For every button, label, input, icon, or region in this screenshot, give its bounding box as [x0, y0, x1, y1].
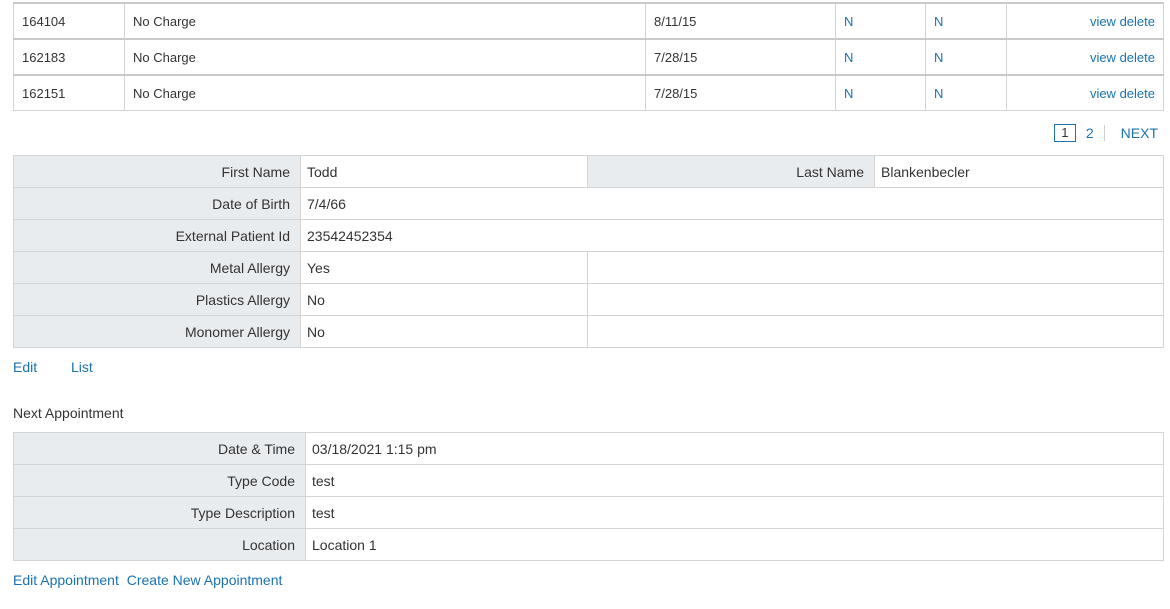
- empty-cell: [587, 251, 1164, 284]
- order-date: 7/28/15: [645, 38, 836, 76]
- order-date: 8/11/15: [645, 2, 836, 40]
- order-flag-2[interactable]: N: [925, 38, 1007, 76]
- plastics-allergy-label: Plastics Allergy: [13, 283, 301, 316]
- order-actions: view delete: [1006, 2, 1164, 40]
- create-appointment-link[interactable]: Create New Appointment: [127, 572, 283, 588]
- view-link[interactable]: view: [1090, 14, 1116, 29]
- order-actions: view delete: [1006, 38, 1164, 76]
- order-flag-1[interactable]: N: [835, 2, 926, 40]
- monomer-allergy-label: Monomer Allergy: [13, 315, 301, 348]
- order-charge: No Charge: [124, 38, 646, 76]
- dob-value: 7/4/66: [300, 187, 1164, 220]
- order-id: 164104: [13, 2, 125, 40]
- datetime-label: Date & Time: [13, 432, 306, 465]
- pagination: 1 2 NEXT: [1053, 123, 1158, 143]
- appointment-actions: Edit Appointment Create New Appointment: [13, 572, 282, 588]
- pagination-divider: [1103, 125, 1105, 141]
- dob-label: Date of Birth: [13, 187, 301, 220]
- empty-cell: [587, 315, 1164, 348]
- monomer-allergy-value: No: [300, 315, 588, 348]
- order-flag-1[interactable]: N: [835, 74, 926, 111]
- order-actions: view delete: [1006, 74, 1164, 111]
- patient-actions: Edit List: [13, 359, 93, 375]
- type-description-value: test: [305, 496, 1164, 529]
- delete-link[interactable]: delete: [1120, 14, 1155, 29]
- order-charge: No Charge: [124, 74, 646, 111]
- last-name-label: Last Name: [587, 155, 875, 188]
- view-link[interactable]: view: [1090, 50, 1116, 65]
- type-description-label: Type Description: [13, 496, 306, 529]
- orders-table: 164104 No Charge 8/11/15 N N view delete…: [13, 2, 1164, 111]
- empty-cell: [587, 283, 1164, 316]
- table-row: 164104 No Charge 8/11/15 N N view delete: [13, 2, 1164, 40]
- external-id-value: 23542452354: [300, 219, 1164, 252]
- edit-appointment-link[interactable]: Edit Appointment: [13, 572, 119, 588]
- next-appointment-heading: Next Appointment: [13, 405, 124, 421]
- list-patients-link[interactable]: List: [71, 359, 93, 375]
- order-flag-2[interactable]: N: [925, 2, 1007, 40]
- order-flag-1[interactable]: N: [835, 38, 926, 76]
- metal-allergy-label: Metal Allergy: [13, 251, 301, 284]
- first-name-label: First Name: [13, 155, 301, 188]
- type-code-value: test: [305, 464, 1164, 497]
- plastics-allergy-value: No: [300, 283, 588, 316]
- location-value: Location 1: [305, 528, 1164, 561]
- next-page-link[interactable]: NEXT: [1121, 125, 1158, 141]
- edit-patient-link[interactable]: Edit: [13, 359, 37, 375]
- delete-link[interactable]: delete: [1120, 86, 1155, 101]
- page-2-link[interactable]: 2: [1086, 125, 1094, 141]
- order-flag-2[interactable]: N: [925, 74, 1007, 111]
- delete-link[interactable]: delete: [1120, 50, 1155, 65]
- page-current[interactable]: 1: [1053, 124, 1076, 142]
- last-name-value: Blankenbecler: [874, 155, 1164, 188]
- order-date: 7/28/15: [645, 74, 836, 111]
- order-charge: No Charge: [124, 2, 646, 40]
- external-id-label: External Patient Id: [13, 219, 301, 252]
- table-row: 162183 No Charge 7/28/15 N N view delete: [13, 38, 1164, 76]
- table-row: 162151 No Charge 7/28/15 N N view delete: [13, 74, 1164, 111]
- appointment-details-table: Date & Time 03/18/2021 1:15 pm Type Code…: [13, 432, 1164, 561]
- location-label: Location: [13, 528, 306, 561]
- order-id: 162151: [13, 74, 125, 111]
- view-link[interactable]: view: [1090, 86, 1116, 101]
- metal-allergy-value: Yes: [300, 251, 588, 284]
- datetime-value: 03/18/2021 1:15 pm: [305, 432, 1164, 465]
- patient-details-table: First Name Todd Last Name Blankenbecler …: [13, 155, 1164, 348]
- first-name-value: Todd: [300, 155, 588, 188]
- order-id: 162183: [13, 38, 125, 76]
- type-code-label: Type Code: [13, 464, 306, 497]
